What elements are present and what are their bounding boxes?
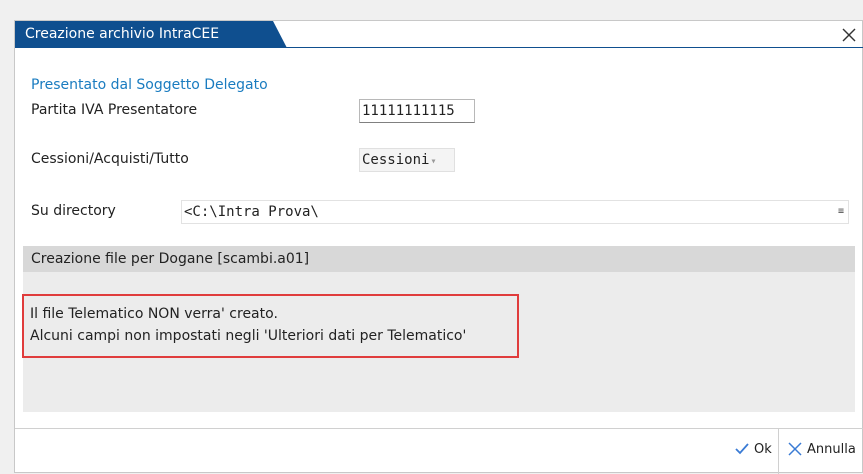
- title-bar: Creazione archivio IntraCEE: [15, 21, 863, 48]
- section-title: Presentato dal Soggetto Delegato: [31, 77, 268, 93]
- mode-select[interactable]: Cessioni▾: [359, 148, 455, 172]
- directory-value: <C:\Intra Prova\: [184, 204, 319, 220]
- title-underline: [15, 47, 863, 48]
- mode-select-value: Cessioni: [362, 152, 430, 168]
- dialog-title: Creazione archivio IntraCEE: [15, 21, 287, 48]
- dialog-window: Creazione archivio IntraCEE Presentato d…: [14, 20, 863, 474]
- close-x-icon: [788, 442, 802, 456]
- cancel-button-label: Annulla: [807, 441, 856, 457]
- close-icon[interactable]: [840, 26, 858, 44]
- cancel-button[interactable]: Annulla: [787, 434, 856, 464]
- piva-input[interactable]: 11111111115: [359, 99, 475, 123]
- footer-divider: [15, 428, 863, 429]
- warning-line-1: Il file Telematico NON verra' creato.: [30, 306, 278, 322]
- warning-message-box: Il file Telematico NON verra' creato. Al…: [22, 294, 519, 358]
- dir-label: Su directory: [31, 203, 116, 219]
- check-icon: [735, 443, 749, 455]
- status-bar: Creazione file per Dogane [scambi.a01]: [23, 246, 855, 272]
- menu-icon[interactable]: ≡: [838, 201, 844, 223]
- button-separator: [778, 429, 779, 474]
- piva-label: Partita IVA Presentatore: [31, 102, 198, 118]
- mode-label: Cessioni/Acquisti/Tutto: [31, 151, 189, 167]
- dropdown-arrow-icon: ▾: [430, 156, 437, 167]
- ok-button[interactable]: Ok: [734, 434, 772, 464]
- directory-input[interactable]: <C:\Intra Prova\ ≡: [181, 200, 849, 224]
- ok-button-label: Ok: [754, 441, 772, 457]
- warning-line-2: Alcuni campi non impostati negli 'Ulteri…: [30, 328, 467, 344]
